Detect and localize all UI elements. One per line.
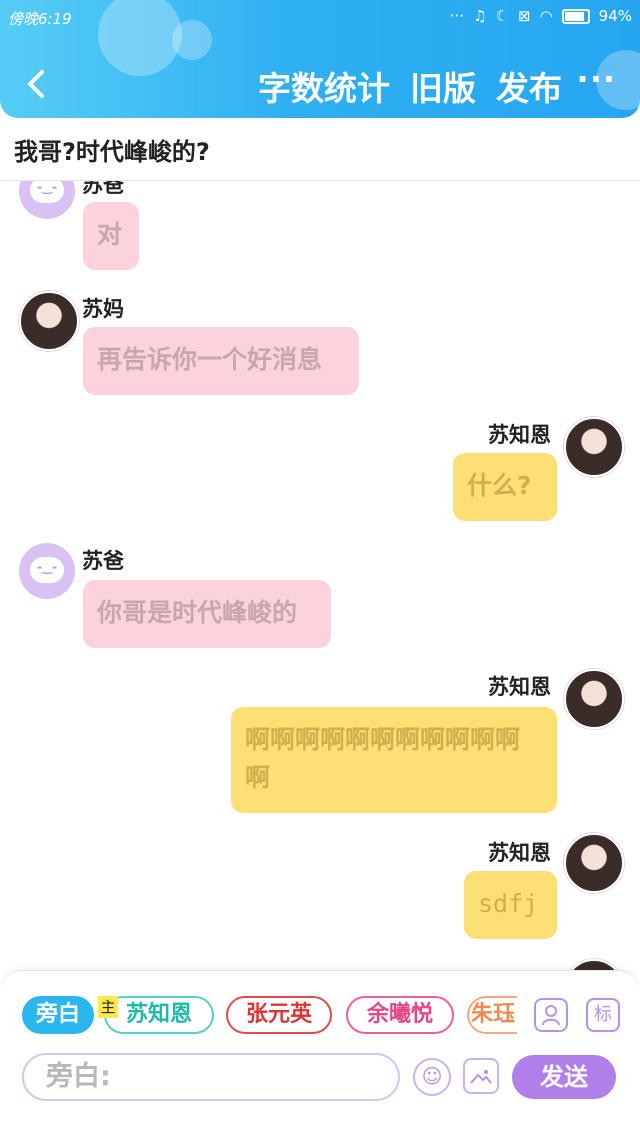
word-count-button[interactable]: 字数统计: [258, 62, 390, 110]
header-actions: 字数统计 旧版 发布: [258, 62, 562, 110]
message-bubble[interactable]: sdfj: [464, 871, 557, 939]
character-chip-narration[interactable]: 旁白: [22, 996, 94, 1034]
more-icon[interactable]: ···: [577, 60, 616, 98]
sender-name: 苏爸: [82, 181, 124, 197]
avatar[interactable]: [564, 417, 624, 477]
app-header: 傍晚6:19 ··· ♫ ☾ ⊠ ◠ 94% 字数统计 旧版 发布 ···: [0, 0, 640, 118]
compose-panel: 旁白 苏知恩 主 张元英 余曦悦 朱珏 标 旁白: ☺ 发送: [0, 970, 640, 1139]
message-input[interactable]: 旁白:: [22, 1053, 400, 1101]
emoji-icon[interactable]: ☺: [413, 1058, 451, 1096]
message-bubble[interactable]: 再告诉你一个好消息: [83, 327, 359, 395]
sender-name: 苏知恩: [488, 675, 551, 699]
publish-button[interactable]: 发布: [496, 62, 562, 110]
sender-name: 苏妈: [82, 297, 124, 321]
character-chip-zhang[interactable]: 张元英: [226, 996, 332, 1034]
status-time: 傍晚6:19: [8, 10, 72, 28]
moon-icon: ☾: [495, 7, 509, 25]
person-icon[interactable]: [534, 998, 568, 1032]
message-bubble[interactable]: 啊啊啊啊啊啊啊啊啊啊啊啊: [231, 707, 557, 813]
dots-icon: ···: [449, 7, 465, 25]
chevron-left-icon: [28, 70, 44, 98]
message-bubble[interactable]: 对: [83, 202, 139, 270]
character-chip-su[interactable]: 苏知恩: [104, 996, 214, 1034]
avatar[interactable]: [564, 669, 624, 729]
battery-icon: [561, 8, 590, 24]
main-character-tag: 主: [98, 996, 118, 1018]
image-icon[interactable]: [463, 1058, 499, 1094]
battery-percent: 94%: [598, 7, 632, 25]
sender-name: 苏知恩: [488, 841, 551, 865]
character-chip-yu[interactable]: 余曦悦: [346, 996, 454, 1034]
avatar[interactable]: [19, 543, 75, 599]
page-title[interactable]: 我哥?时代峰峻的?: [14, 132, 210, 167]
character-chip-zhu[interactable]: 朱珏: [467, 996, 517, 1034]
avatar[interactable]: [564, 959, 624, 970]
sim-icon: ⊠: [517, 7, 531, 25]
send-button[interactable]: 发送: [512, 1055, 616, 1099]
message-bubble[interactable]: 什么?: [453, 453, 557, 521]
mark-button[interactable]: 标: [586, 998, 620, 1032]
avatar[interactable]: [19, 291, 79, 351]
back-button[interactable]: [18, 64, 58, 104]
wifi-icon: ◠: [539, 7, 553, 25]
old-version-button[interactable]: 旧版: [410, 62, 476, 110]
title-bar: 我哥?时代峰峻的?: [0, 118, 640, 181]
sender-name: 苏知恩: [488, 423, 551, 447]
status-icons: ··· ♫ ☾ ⊠ ◠ 94%: [450, 7, 632, 25]
headphone-icon: ♫: [473, 7, 487, 25]
avatar[interactable]: [564, 833, 624, 893]
sender-name: 苏爸: [82, 549, 124, 573]
status-bar: 傍晚6:19 ··· ♫ ☾ ⊠ ◠ 94%: [0, 0, 640, 36]
avatar[interactable]: [19, 181, 75, 219]
chat-area[interactable]: 苏爸 对 苏妈 再告诉你一个好消息 苏知恩 什么? 苏爸 你哥是时代峰峻的 苏知…: [0, 181, 640, 970]
message-bubble[interactable]: 你哥是时代峰峻的: [83, 580, 331, 648]
